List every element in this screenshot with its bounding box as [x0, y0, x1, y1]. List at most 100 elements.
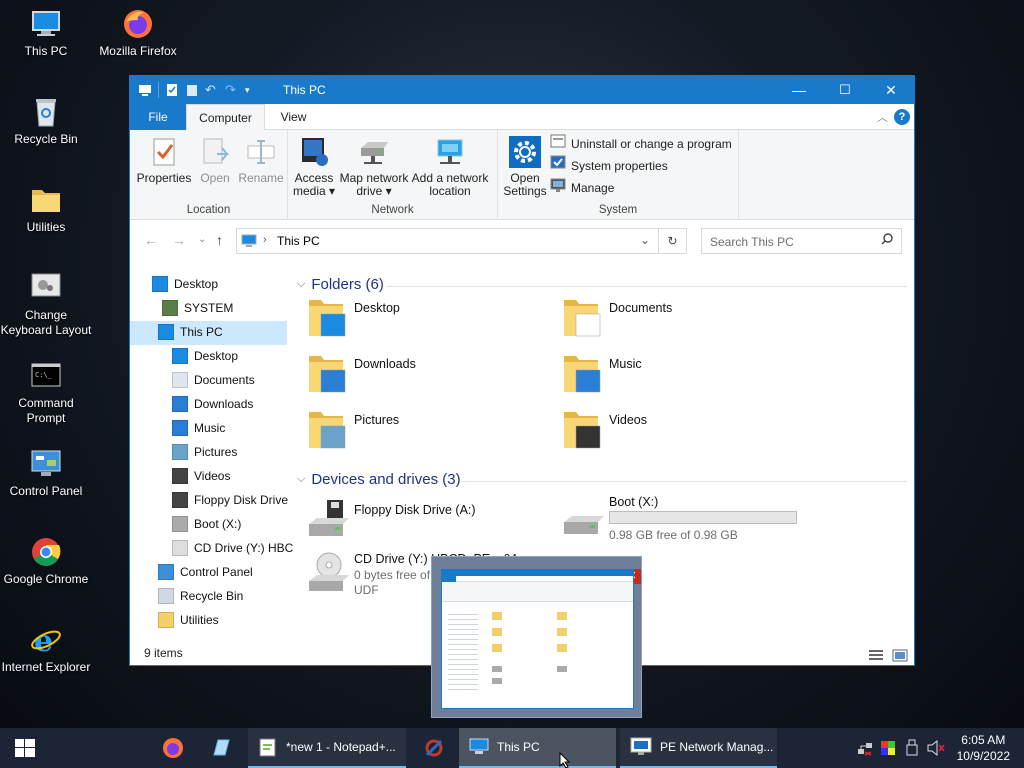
network-tray-icon[interactable]: [857, 740, 873, 759]
back-arrow-icon[interactable]: ←: [144, 232, 158, 248]
nav-item-system[interactable]: SYSTEM: [162, 296, 233, 320]
nav-item-label: Utilities: [180, 613, 219, 627]
folder-desktop[interactable]: Desktop: [307, 296, 557, 344]
map-drive-label: Map network: [339, 171, 409, 185]
open-button[interactable]: Open: [192, 134, 238, 185]
taskbar-thumbnail-preview[interactable]: ✕: [431, 556, 642, 718]
tab-computer[interactable]: Computer: [186, 104, 265, 131]
open-settings-button[interactable]: Open Settings: [502, 134, 548, 198]
redo-icon[interactable]: ↷: [225, 83, 239, 97]
nav-item-videos[interactable]: Videos: [172, 464, 230, 488]
nav-item-utilities[interactable]: Utilities: [158, 608, 219, 632]
videos-icon: [172, 468, 188, 484]
nav-item-desktop[interactable]: Desktop: [152, 272, 218, 296]
nav-item-control-panel[interactable]: Control Panel: [158, 560, 253, 584]
breadcrumb[interactable]: This PC: [277, 234, 320, 248]
collapse-ribbon-icon[interactable]: ︿: [877, 109, 888, 125]
access-media-button[interactable]: Access media ▾: [292, 134, 336, 198]
folder-label: Downloads: [354, 357, 416, 371]
folder-documents[interactable]: Documents: [562, 296, 812, 344]
device-boot[interactable]: Boot (X:) 0.98 GB free of 0.98 GB: [562, 495, 812, 546]
taskbar-app-2[interactable]: [200, 728, 244, 768]
address-dropdown-icon[interactable]: ⌄: [640, 233, 650, 247]
large-icons-view-icon[interactable]: [892, 646, 908, 670]
usb-tray-icon[interactable]: [905, 739, 919, 760]
desktop-icon-keyboard-layout[interactable]: Change Keyboard Layout: [0, 272, 92, 338]
desktop-icon-firefox[interactable]: Mozilla Firefox: [92, 8, 184, 59]
tab-file[interactable]: File: [130, 104, 186, 130]
folder-music[interactable]: Music: [562, 352, 812, 400]
nav-item-pictures[interactable]: Pictures: [172, 440, 237, 464]
desktop-icon-control-panel[interactable]: Control Panel: [0, 448, 92, 499]
nav-item-downloads[interactable]: Downloads: [172, 392, 253, 416]
rename-button[interactable]: Rename: [236, 134, 286, 185]
folder-downloads[interactable]: Downloads: [307, 352, 557, 400]
properties-button[interactable]: Properties: [136, 134, 192, 185]
map-network-drive-button[interactable]: Map network drive ▾: [338, 134, 410, 198]
nav-item-boot-x[interactable]: Boot (X:): [172, 512, 241, 536]
system-properties-button[interactable]: System properties: [550, 155, 668, 176]
desktop-icon-utilities[interactable]: Utilities: [0, 184, 92, 235]
taskbar-item-label: This PC: [497, 740, 540, 754]
nav-item-recycle-bin[interactable]: Recycle Bin: [158, 584, 243, 608]
drive-free-space: 0 bytes free of: [354, 568, 431, 582]
tab-view[interactable]: View: [265, 104, 322, 130]
folder-pictures[interactable]: Pictures: [307, 408, 557, 456]
customize-qa-icon[interactable]: ▾: [245, 83, 259, 97]
up-arrow-icon[interactable]: ↑: [216, 232, 223, 248]
desktop-icon-ie[interactable]: e Internet Explorer: [0, 624, 92, 675]
taskbar-network-manager[interactable]: PE Network Manag...: [620, 728, 777, 768]
firefox-icon: [122, 8, 154, 40]
volume-muted-icon[interactable]: [927, 739, 945, 759]
close-button[interactable]: ✕: [868, 76, 914, 104]
desktop-icon-chrome[interactable]: Google Chrome: [0, 536, 92, 587]
settings-gear-icon: [509, 136, 541, 168]
nav-item-floppy-disk-drive[interactable]: Floppy Disk Drive: [172, 488, 288, 512]
recent-locations-icon[interactable]: ⌄: [198, 234, 206, 245]
system-clock[interactable]: 6:05 AM 10/9/2022: [957, 732, 1010, 764]
undo-icon[interactable]: ↶: [205, 83, 219, 97]
manage-button[interactable]: Manage: [550, 178, 614, 198]
ie-icon: e: [30, 624, 62, 659]
access-media-label: Access: [294, 171, 334, 185]
desktop-icon-command-prompt[interactable]: C:\_ Command Prompt: [0, 360, 92, 426]
help-icon[interactable]: ?: [894, 109, 910, 125]
display-tray-icon[interactable]: [880, 740, 896, 759]
nav-item-cd-drive-y-hbc[interactable]: CD Drive (Y:) HBC: [172, 536, 293, 560]
add-network-location-button[interactable]: Add a network location: [410, 134, 490, 198]
folders-group-header[interactable]: ⌵ Folders (6): [297, 276, 384, 293]
devices-group-header[interactable]: ⌵ Devices and drives (3): [297, 471, 461, 488]
maximize-button[interactable]: ☐: [822, 76, 868, 104]
desktop-icon-this-pc[interactable]: This PC: [0, 8, 92, 59]
address-bar[interactable]: › This PC ⌄: [236, 228, 659, 254]
minimize-button[interactable]: —: [776, 76, 822, 104]
recycle-bin-icon: [30, 96, 62, 128]
new-folder-icon[interactable]: [185, 83, 199, 97]
taskbar-app-4[interactable]: [413, 728, 455, 768]
nav-item-label: Desktop: [174, 277, 219, 291]
folder-icon: [158, 612, 174, 628]
desktop-icon-label: Mozilla Firefox: [99, 44, 177, 58]
properties-icon[interactable]: [165, 83, 179, 97]
taskbar-firefox[interactable]: [152, 728, 192, 768]
device-floppy[interactable]: Floppy Disk Drive (A:): [307, 498, 557, 546]
uninstall-program-button[interactable]: Uninstall or change a program: [550, 134, 732, 154]
svg-text:C:\_: C:\_: [35, 371, 53, 379]
start-button[interactable]: [0, 728, 50, 768]
nav-item-desktop[interactable]: Desktop: [172, 344, 238, 368]
taskbar-this-pc[interactable]: This PC: [459, 728, 616, 768]
search-input[interactable]: Search This PC: [701, 228, 902, 254]
nav-item-documents[interactable]: Documents: [172, 368, 255, 392]
documents-icon: [172, 372, 188, 388]
taskbar-notepad[interactable]: *new 1 - Notepad+...: [248, 728, 406, 768]
taskbar: *new 1 - Notepad+... This PC PE Network …: [0, 728, 1024, 768]
details-view-icon[interactable]: [868, 646, 884, 670]
refresh-button[interactable]: ↻: [659, 228, 687, 254]
forward-arrow-icon[interactable]: →: [172, 232, 186, 248]
nav-item-music[interactable]: Music: [172, 416, 225, 440]
desktop-icon-recycle-bin[interactable]: Recycle Bin: [0, 96, 92, 147]
folder-videos[interactable]: Videos: [562, 408, 812, 456]
title-bar[interactable]: ↶ ↷ ▾ This PC — ☐ ✕: [130, 76, 914, 104]
nav-item-this-pc[interactable]: This PC: [158, 320, 223, 344]
group-name-network: Network: [371, 204, 414, 216]
